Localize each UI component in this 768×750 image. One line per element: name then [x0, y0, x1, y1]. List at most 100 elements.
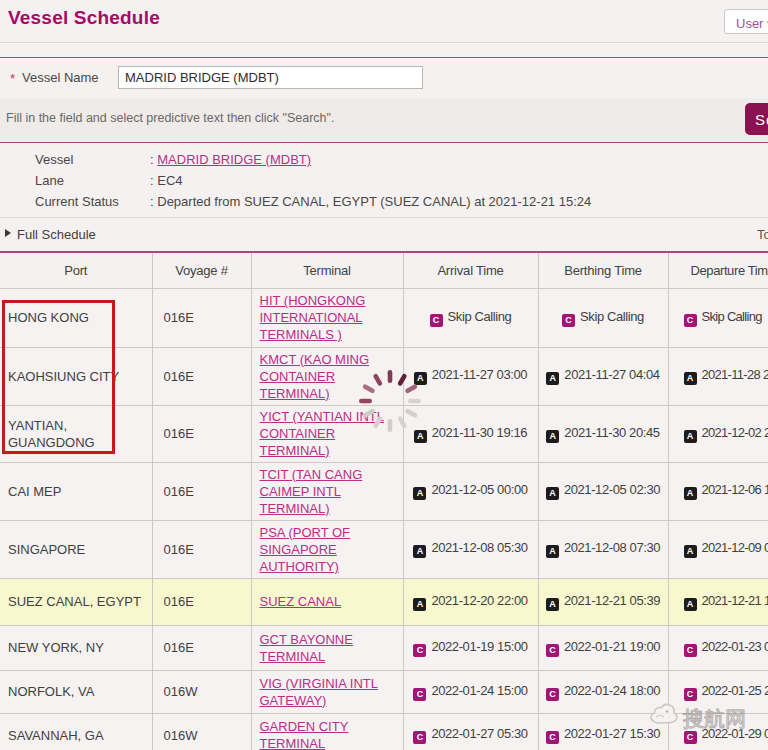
arrival-time-text: 2022-01-27 05:30 — [431, 726, 527, 741]
col-header-arrival: Arrival Time — [403, 253, 538, 288]
status-value: Departed from SUEZ CANAL, EGYPT (SUEZ CA… — [157, 194, 591, 209]
departure-time-text: 2021-12-02 2 — [702, 425, 768, 440]
arrival-time-cell: C 2022-01-24 15:00 — [403, 670, 538, 713]
departure-time-text: 2022-01-25 2 — [702, 683, 768, 698]
search-button[interactable]: Search — [745, 103, 768, 135]
berthing-time-cell: A2021-11-30 20:45 — [538, 405, 668, 462]
table-row: CAI MEP 016E TCIT (TAN CANG CAIMEP INTL … — [0, 462, 768, 520]
time-status-icon: C — [413, 688, 426, 701]
vessel-name-input[interactable] — [118, 66, 423, 89]
terminal-link[interactable]: GCT BAYONNE TERMINAL — [260, 632, 353, 664]
departure-time-cell: A2021-12-06 16 — [668, 462, 768, 520]
table-row: SINGAPORE 016E PSA (PORT OF SINGAPORE AU… — [0, 520, 768, 578]
terminal-cell: GARDEN CITY TERMINAL — [251, 713, 403, 750]
terminal-link[interactable]: VIG (VIRGINIA INTL GATEWAY) — [260, 676, 378, 708]
time-status-icon: C — [684, 314, 697, 327]
berthing-time-text: 2021-12-05 02:30 — [564, 482, 660, 497]
departure-time-text: 2021-12-21 15 — [702, 593, 768, 608]
user-button[interactable]: User ▾ — [724, 9, 768, 34]
full-schedule-heading: Full Schedule — [17, 227, 96, 242]
time-status-icon: A — [546, 598, 559, 611]
departure-time-cell: A2021-11-28 2 — [668, 347, 768, 405]
berthing-time-text: 2022-01-21 19:00 — [564, 639, 660, 654]
berthing-time-text: 2021-12-08 07:30 — [564, 540, 660, 555]
time-status-icon: C — [684, 688, 697, 701]
terminal-cell: TCIT (TAN CANG CAIMEP INTL TERMINAL) — [251, 462, 403, 520]
voyage-cell: 016E — [152, 625, 251, 670]
arrival-time-text: 2021-11-27 03:00 — [432, 367, 527, 382]
vessel-link[interactable]: MADRID BRIDGE (MDBT) — [157, 152, 311, 167]
arrival-time-text: 2021-11-30 19:16 — [432, 425, 527, 440]
time-status-icon: A — [546, 372, 559, 385]
time-status-icon: C — [430, 314, 443, 327]
time-status-icon: A — [684, 545, 697, 558]
voyage-cell: 016E — [152, 520, 251, 578]
time-status-icon: A — [684, 430, 697, 443]
table-row: NEW YORK, NY 016E GCT BAYONNE TERMINAL C… — [0, 625, 768, 670]
expand-arrow-icon[interactable] — [5, 229, 11, 237]
lane-value: EC4 — [157, 173, 182, 188]
vessel-name-label: Vessel Name — [22, 70, 99, 85]
berthing-time-cell: C 2022-01-21 19:00 — [538, 625, 668, 670]
arrival-time-cell: A 2021-12-05 00:00 — [403, 462, 538, 520]
col-header-port: Port — [0, 253, 152, 288]
departure-time-text: 2022-01-23 0 — [702, 639, 768, 654]
watermark-text: 搜航网 — [683, 705, 746, 733]
required-marker: * — [10, 71, 15, 86]
divider — [0, 217, 768, 218]
departure-time-text: 2021-12-06 16 — [702, 482, 768, 497]
departure-time-text: Skip Calling — [702, 309, 762, 324]
berthing-time-cell: A 2021-12-21 05:39 — [538, 578, 668, 625]
departure-time-cell: C 2022-01-23 0 — [668, 625, 768, 670]
berthing-time-cell: A2021-12-05 02:30 — [538, 462, 668, 520]
berthing-time-cell: A 2021-11-27 04:04 — [538, 347, 668, 405]
time-status-icon: C — [546, 644, 559, 657]
terminal-cell: PSA (PORT OF SINGAPORE AUTHORITY) — [251, 520, 403, 578]
arrival-time-text: 2021-12-20 22:00 — [431, 593, 527, 608]
arrival-time-text: 2022-01-19 15:00 — [431, 639, 527, 654]
voyage-cell: 016E — [152, 405, 251, 462]
time-status-icon: C — [546, 731, 559, 744]
col-header-berthing: Berthing Time — [538, 253, 668, 288]
departure-time-cell: C Skip Calling — [668, 288, 768, 347]
arrival-time-text: 2021-12-05 00:00 — [431, 482, 527, 497]
time-status-icon: A — [413, 487, 426, 500]
departure-time-cell: A2021-12-09 0 — [668, 520, 768, 578]
port-cell: SAVANNAH, GA — [0, 713, 152, 750]
voyage-cell: 016W — [152, 713, 251, 750]
status-info-row: Current Status: Departed from SUEZ CANAL… — [35, 194, 591, 209]
annotation-red-box — [2, 300, 115, 454]
loading-spinner-icon — [352, 363, 428, 439]
time-status-icon: C — [684, 644, 697, 657]
lane-label: Lane — [35, 173, 150, 188]
watermark-logo-icon — [648, 701, 680, 729]
terminal-link[interactable]: PSA (PORT OF SINGAPORE AUTHORITY) — [260, 525, 351, 574]
terminal-link[interactable]: TCIT (TAN CANG CAIMEP INTL TERMINAL) — [260, 467, 363, 516]
voyage-cell: 016E — [152, 288, 251, 347]
col-header-departure: Departure Time — [668, 253, 768, 288]
terminal-cell: SUEZ CANAL — [251, 578, 403, 625]
arrival-time-cell: A 2021-12-20 22:00 — [403, 578, 538, 625]
terminal-link[interactable]: HIT (HONGKONG INTERNATIONAL TERMINALS ) — [260, 293, 366, 342]
accent-divider — [0, 142, 768, 143]
time-status-icon: A — [546, 545, 559, 558]
port-cell: NEW YORK, NY — [0, 625, 152, 670]
berthing-time-text: 2021-11-27 04:04 — [564, 367, 659, 382]
berthing-time-text: 2021-12-21 05:39 — [564, 593, 660, 608]
lane-info-row: Lane: EC4 — [35, 173, 183, 188]
voyage-cell: 016E — [152, 347, 251, 405]
terminal-link[interactable]: GARDEN CITY TERMINAL — [260, 719, 349, 750]
time-status-icon: A — [413, 598, 426, 611]
time-status-icon: C — [546, 688, 559, 701]
table-row: SUEZ CANAL, EGYPT 016E SUEZ CANAL A2021-… — [0, 578, 768, 625]
arrival-time-cell: A2021-12-08 05:30 — [403, 520, 538, 578]
arrival-time-text: 2022-01-24 15:00 — [431, 683, 527, 698]
voyage-cell: 016W — [152, 670, 251, 713]
time-status-icon: C — [562, 314, 575, 327]
berthing-time-text: Skip Calling — [580, 309, 644, 324]
berthing-time-cell: A 2021-12-08 07:30 — [538, 520, 668, 578]
schedule-table: Port Voyage # Terminal Arrival Time Bert… — [0, 253, 768, 750]
accent-divider — [0, 57, 768, 58]
terminal-link[interactable]: SUEZ CANAL — [260, 594, 342, 609]
port-cell: SUEZ CANAL, EGYPT — [0, 578, 152, 625]
